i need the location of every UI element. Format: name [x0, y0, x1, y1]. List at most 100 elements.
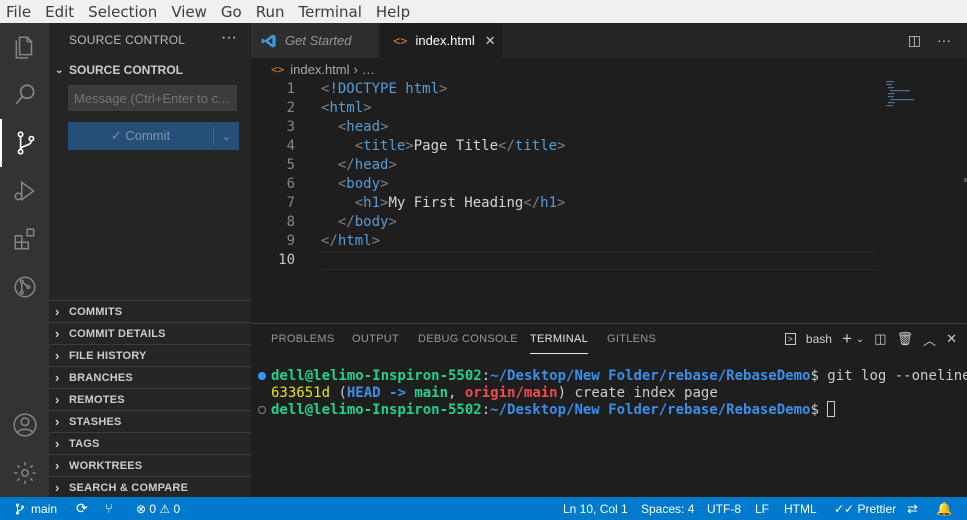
code-text: </html>	[321, 232, 380, 251]
split-editor-icon[interactable]: ◫	[908, 32, 921, 49]
commit-button[interactable]: ✓ Commit	[68, 122, 213, 150]
collapsed-sections: › COMMITS › COMMIT DETAILS › FILE HISTORY › BRA…	[49, 300, 251, 498]
code-line[interactable]: 4 <title>Page Title</title>	[251, 137, 967, 156]
source-control-icon[interactable]	[0, 119, 49, 167]
close-panel-icon[interactable]: ✕	[946, 331, 957, 347]
more-actions-icon[interactable]: ···	[937, 32, 951, 49]
branch-ref: main	[414, 385, 449, 401]
sidebar-section-commits[interactable]: › COMMITS	[49, 300, 251, 322]
vscode-icon	[261, 33, 276, 48]
chevron-right-icon: ›	[55, 326, 60, 341]
split-terminal-icon[interactable]: ◫	[874, 331, 886, 347]
breadcrumb-rest[interactable]: …	[362, 62, 375, 77]
sidebar-section-stashes[interactable]: › STASHES	[49, 410, 251, 432]
breadcrumb: <> index.html › …	[251, 58, 967, 80]
code-line[interactable]: 9 </html>	[251, 232, 967, 251]
code-text: </body>	[321, 213, 397, 232]
terminal-line[interactable]: dell@lelimo-Inspiron-5502:~/Desktop/New …	[271, 401, 836, 418]
sidebar-section-search-compare[interactable]: › SEARCH & COMPARE	[49, 476, 251, 498]
code-text: <body>	[321, 175, 389, 194]
menu-item-run[interactable]: Run	[256, 3, 285, 21]
panel-tab-gitlens[interactable]: GITLENS	[607, 324, 656, 354]
line-number: 6	[286, 176, 295, 192]
code-line[interactable]: 6 <body>	[251, 175, 967, 194]
account-icon[interactable]	[0, 401, 49, 449]
code-line[interactable]: 7 <h1>My First Heading</h1>	[251, 194, 967, 213]
html-tag: <html>	[321, 100, 372, 116]
maximize-panel-icon[interactable]: ︿	[923, 330, 936, 349]
sidebar-section-commit-details[interactable]: › COMMIT DETAILS	[49, 322, 251, 344]
code-line[interactable]: 3 <head>	[251, 118, 967, 137]
panel-tab-problems[interactable]: PROBLEMS	[271, 324, 335, 354]
code-text: <title>Page Title</title>	[321, 137, 566, 156]
gitlens-status-icon[interactable]: ⑂	[105, 497, 113, 520]
close-icon[interactable]: ✕	[485, 33, 496, 49]
chevron-down-icon[interactable]: ⌄	[856, 334, 864, 345]
search-icon[interactable]	[0, 71, 49, 119]
text-content: My First Heading	[388, 195, 524, 211]
notifications-bell-icon[interactable]: 🔔	[936, 497, 952, 520]
menu-item-help[interactable]: Help	[376, 3, 410, 21]
shell-name[interactable]: bash	[806, 332, 832, 346]
sidebar-title: SOURCE CONTROL	[69, 33, 186, 47]
cursor-position[interactable]: Ln 10, Col 1	[563, 497, 628, 520]
chevron-right-icon: ›	[55, 414, 60, 429]
chevron-right-icon: ›	[55, 392, 60, 407]
section-label: REMOTES	[69, 393, 125, 406]
menu-item-go[interactable]: Go	[221, 3, 242, 21]
breadcrumb-file[interactable]: index.html	[290, 62, 349, 77]
new-terminal-plus-icon[interactable]: +	[842, 329, 852, 349]
sidebar-section-remotes[interactable]: › REMOTES	[49, 388, 251, 410]
problems-indicator[interactable]: ⊗ 0 ⚠ 0	[136, 497, 180, 520]
menu-item-file[interactable]: File	[6, 3, 31, 21]
settings-gear-icon[interactable]	[0, 449, 49, 497]
command-pending-dot-icon	[258, 406, 266, 414]
menu-item-view[interactable]: View	[171, 3, 207, 21]
panel-tab-output[interactable]: OUTPUT	[352, 324, 399, 354]
chevron-down-icon: ⌄	[55, 64, 64, 76]
sidebar-section-branches[interactable]: › BRANCHES	[49, 366, 251, 388]
encoding[interactable]: UTF-8	[707, 497, 741, 520]
prettier-status[interactable]: ✓✓ Prettier	[834, 497, 896, 520]
menu-item-selection[interactable]: Selection	[88, 3, 157, 21]
tab-index-html[interactable]: <> index.html ✕	[380, 23, 502, 58]
commit-message: ) create index page	[557, 385, 718, 401]
terminal-icon: >	[784, 333, 796, 345]
commit-dropdown-chevron-icon[interactable]: ⌄	[214, 122, 239, 150]
sidebar-section-worktrees[interactable]: › WORKTREES	[49, 454, 251, 476]
code-line[interactable]: 1 <!DOCTYPE html>	[251, 80, 967, 99]
html-file-icon: <>	[393, 33, 408, 48]
extensions-icon[interactable]	[0, 215, 49, 263]
commit-message-input[interactable]	[68, 85, 237, 111]
html-tag: </html>	[321, 233, 381, 249]
section-label: COMMIT DETAILS	[69, 327, 166, 340]
source-control-section-header[interactable]: ⌄ SOURCE CONTROL	[49, 59, 251, 81]
tab-get-started[interactable]: Get Started	[251, 23, 379, 58]
more-actions-icon[interactable]: ···	[221, 29, 237, 47]
panel-tab-debug-console[interactable]: DEBUG CONSOLE	[418, 324, 518, 354]
panel-tab-terminal[interactable]: TERMINAL	[530, 324, 589, 354]
line-number: 10	[278, 252, 295, 268]
live-share-icon[interactable]: ⇄	[907, 497, 918, 520]
sidebar-section-file-history[interactable]: › FILE HISTORY	[49, 344, 251, 366]
language-mode[interactable]: HTML	[784, 497, 817, 520]
code-text: <html>	[321, 99, 372, 118]
menu-item-terminal[interactable]: Terminal	[299, 3, 362, 21]
code-editor[interactable]: 1 <!DOCTYPE html> 2 <html> 3 <head> 4 <title>…	[251, 80, 967, 323]
sync-icon[interactable]: ⟳	[76, 497, 88, 520]
code-line[interactable]: 5 </head>	[251, 156, 967, 175]
trash-icon[interactable]: 🗑	[897, 331, 914, 347]
run-debug-icon[interactable]	[0, 167, 49, 215]
code-line[interactable]: 2 <html>	[251, 99, 967, 118]
gitlens-icon[interactable]	[0, 263, 49, 311]
menu-item-edit[interactable]: Edit	[45, 3, 74, 21]
explorer-icon[interactable]	[0, 23, 49, 71]
branch-indicator[interactable]: main	[14, 497, 57, 520]
code-line[interactable]: 8 </body>	[251, 213, 967, 232]
sidebar-section-tags[interactable]: › TAGS	[49, 432, 251, 454]
line-ending[interactable]: LF	[755, 497, 769, 520]
indentation[interactable]: Spaces: 4	[641, 497, 694, 520]
chevron-right-icon: ›	[55, 458, 60, 473]
code-line[interactable]: 10	[251, 251, 967, 270]
html-tag: <title>	[354, 138, 414, 154]
